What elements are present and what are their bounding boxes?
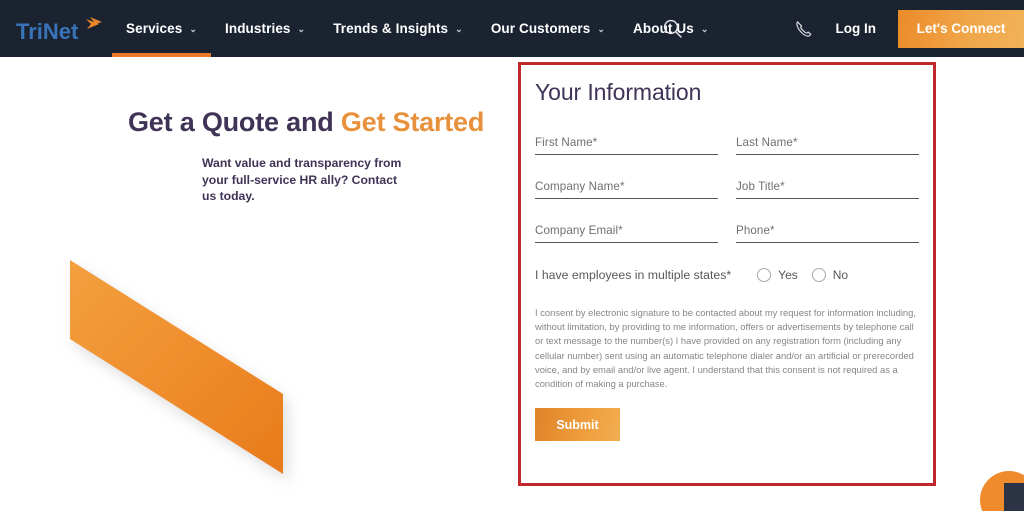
login-link[interactable]: Log In [836,21,877,36]
company-name-input[interactable] [535,183,718,198]
form-row-name: First Name* Last Name* [535,136,919,155]
nav-item-our-customers[interactable]: Our Customers ⌄ [477,0,619,57]
last-name-input[interactable] [736,139,919,154]
headline-accent-text: Get Started [340,107,485,137]
nav-item-industries[interactable]: Industries ⌄ [211,0,319,57]
radio-circle-icon[interactable] [811,268,826,282]
phone-icon[interactable] [794,19,814,39]
job-title-input[interactable] [736,183,919,198]
field-underline [535,198,718,199]
nav-item-trends-insights[interactable]: Trends & Insights ⌄ [319,0,477,57]
radio-circle-icon[interactable] [757,268,772,282]
multiple-states-question: I have employees in multiple states* [535,268,732,282]
multiple-states-radio-group: I have employees in multiple states* Yes… [535,268,919,282]
form-title: Your Information [535,79,702,105]
first-name-input[interactable] [535,139,718,154]
lets-connect-button[interactable]: Let's Connect [898,9,1024,48]
svg-text:TriNet: TriNet [16,19,79,44]
radio-option-no[interactable]: No [811,268,849,282]
job-title-field[interactable]: Job Title* [736,180,919,199]
chevron-down-icon: ⌄ [597,24,606,34]
company-name-field[interactable]: Company Name* [535,180,718,199]
field-underline [535,242,718,243]
phone-field[interactable]: Phone* [736,224,919,243]
first-name-field[interactable]: First Name* [535,136,718,155]
radio-label-yes: Yes [778,268,798,282]
chevron-down-icon: ⌄ [455,24,463,34]
nav-item-label: Services [126,21,183,36]
field-underline [736,198,919,199]
chevron-down-icon: ⌄ [189,24,198,34]
page-title: Get a Quote and Get Started [128,107,484,138]
chat-bubble-icon[interactable] [980,471,1024,511]
chevron-down-icon: ⌄ [700,24,709,34]
chevron-down-icon: ⌄ [297,24,306,34]
headline-primary-text: Get a Quote and [128,107,341,137]
phone-input[interactable] [736,227,919,242]
field-underline [736,154,919,155]
your-information-form-highlight: Your Information First Name* Last Name* … [518,62,936,486]
nav-right-group: Log In Let's Connect [794,0,1024,57]
radio-option-yes[interactable]: Yes [757,268,798,282]
company-email-field[interactable]: Company Email* [535,224,718,243]
last-name-field[interactable]: Last Name* [736,136,919,155]
search-icon[interactable] [662,18,684,40]
chat-bubble-shadow [1004,483,1024,511]
form-row-company: Company Name* Job Title* [535,180,919,199]
nav-item-label: Industries [225,21,291,36]
hero-subtext: Want value and transparency from your fu… [202,156,402,203]
top-navigation-bar: TriNet Services ⌄ Industries ⌄ Trends & … [0,0,1024,57]
form-row-contact: Company Email* Phone* [535,224,919,243]
radio-label-no: No [832,268,849,282]
nav-item-label: Trends & Insights [333,21,449,36]
submit-button[interactable]: Submit [535,408,620,442]
your-information-form: Your Information First Name* Last Name* … [521,65,933,483]
hero-left-panel: Get a Quote and Get Started Want value a… [0,57,512,511]
primary-nav-links: Services ⌄ Industries ⌄ Trends & Insight… [112,0,723,57]
nav-item-services[interactable]: Services ⌄ [112,0,212,57]
consent-disclaimer-text: I consent by electronic signature to be … [535,307,916,390]
field-underline [736,242,919,243]
orange-parallelogram-graphic [70,260,283,474]
nav-item-label: Our Customers [490,21,591,36]
field-underline [535,154,718,155]
trinet-logo[interactable]: TriNet [16,13,112,47]
company-email-input[interactable] [535,227,718,242]
